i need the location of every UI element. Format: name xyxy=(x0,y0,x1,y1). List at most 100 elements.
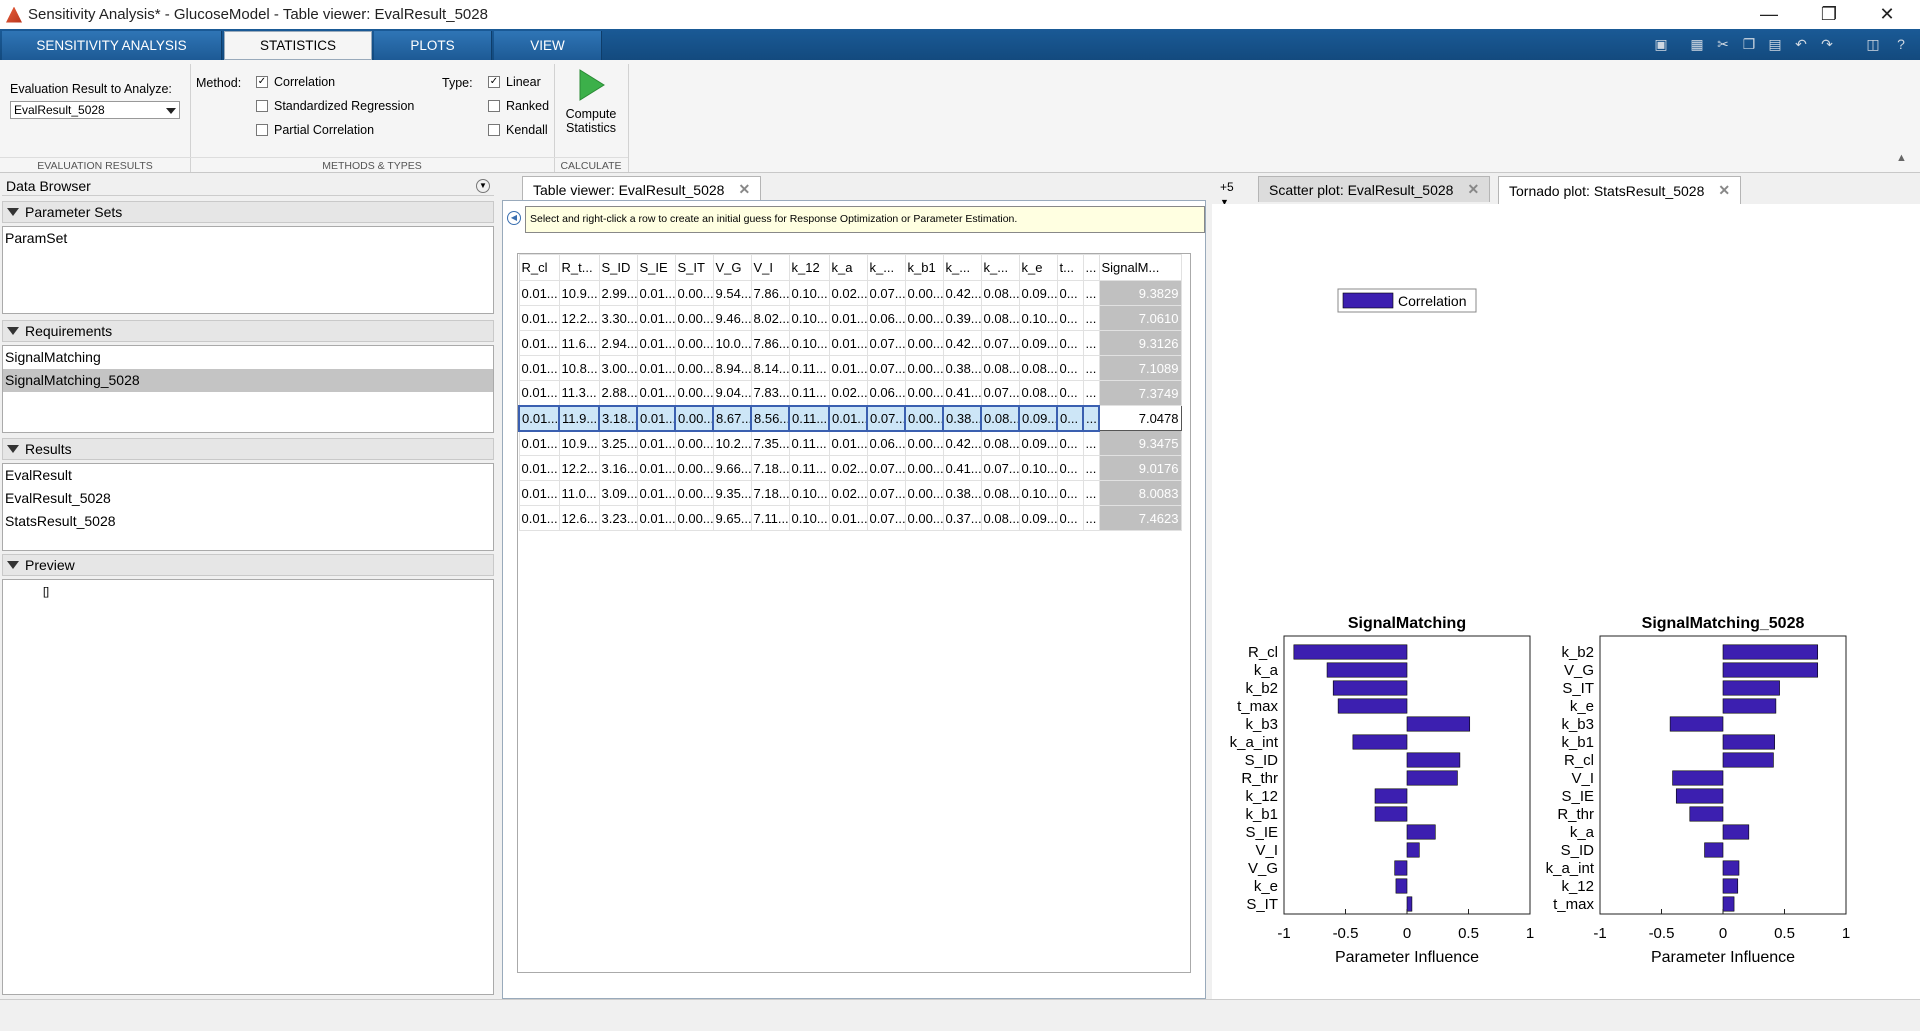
table-cell[interactable]: 8.56... xyxy=(750,404,790,432)
table-cell[interactable]: 0.01... xyxy=(518,330,560,356)
copy-icon[interactable]: ❐ xyxy=(1738,33,1760,55)
table-cell[interactable]: 11.0... xyxy=(558,480,600,506)
table-cell[interactable]: 9.46... xyxy=(712,305,752,331)
table-cell[interactable]: 0.11... xyxy=(788,455,830,481)
table-cell[interactable]: 0.01... xyxy=(636,505,676,531)
table-cell[interactable]: 0.02... xyxy=(828,480,868,506)
table-cell[interactable]: 8.67... xyxy=(712,404,752,432)
table-cell[interactable]: 12.2... xyxy=(558,455,600,481)
table-cell[interactable]: 0.00... xyxy=(904,330,944,356)
column-header[interactable]: S_IE xyxy=(636,254,676,281)
eval-result-dropdown[interactable]: EvalResult_5028 xyxy=(10,101,180,119)
table-cell[interactable]: 0.08... xyxy=(980,305,1020,331)
table-cell[interactable]: 9.65... xyxy=(712,505,752,531)
ranked-checkbox[interactable]: Ranked xyxy=(488,99,549,113)
table-row[interactable]: 0.01... 10.9... 3.25... 0.01... 0.00... 10.2.… xyxy=(518,430,1182,456)
list-item[interactable]: StatsResult_5028 xyxy=(3,510,493,533)
table-cell[interactable]: 2.88... xyxy=(598,380,638,406)
table-cell[interactable]: 0.39... xyxy=(942,305,982,331)
table-cell[interactable]: 8.0083 xyxy=(1098,480,1182,506)
table-row[interactable]: 0.01... 12.2... 3.30... 0.01... 0.00... 9.46.… xyxy=(518,305,1182,331)
table-cell[interactable]: 9.35... xyxy=(712,480,752,506)
table-cell[interactable]: 0.07... xyxy=(866,330,906,356)
table-cell[interactable]: 12.6... xyxy=(558,505,600,531)
table-cell[interactable]: 3.00... xyxy=(598,355,638,381)
table-cell[interactable]: 0.07... xyxy=(866,480,906,506)
table-cell[interactable]: 0.08... xyxy=(980,430,1020,456)
table-cell[interactable]: 0... xyxy=(1056,355,1084,381)
table-cell[interactable]: 0.00... xyxy=(674,280,714,306)
table-cell[interactable]: 0... xyxy=(1056,480,1084,506)
table-cell[interactable]: 9.0176 xyxy=(1098,455,1182,481)
table-cell[interactable]: 0.01... xyxy=(636,404,676,432)
table-cell[interactable]: 0.07... xyxy=(866,505,906,531)
table-cell[interactable]: ... xyxy=(1082,505,1100,531)
table-cell[interactable]: 0.01... xyxy=(518,455,560,481)
table-cell[interactable]: 3.23... xyxy=(598,505,638,531)
table-cell[interactable]: 0.38... xyxy=(942,480,982,506)
undo-icon[interactable]: ↶ xyxy=(1790,33,1812,55)
table-cell[interactable]: 0.01... xyxy=(828,305,868,331)
table-cell[interactable]: 0.41... xyxy=(942,455,982,481)
list-item[interactable]: ParamSet xyxy=(3,227,493,250)
table-cell[interactable]: 7.35... xyxy=(750,430,790,456)
table-cell[interactable]: 0.09... xyxy=(1018,404,1058,432)
table-cell[interactable]: 0.08... xyxy=(980,280,1020,306)
table-cell[interactable]: 10.8... xyxy=(558,355,600,381)
table-cell[interactable]: 0.08... xyxy=(1018,355,1058,381)
column-header[interactable]: k_e xyxy=(1018,254,1058,281)
column-header[interactable]: V_I xyxy=(750,254,790,281)
table-cell[interactable]: 3.09... xyxy=(598,480,638,506)
table-cell[interactable]: ... xyxy=(1082,280,1100,306)
tab-statistics[interactable]: STATISTICS xyxy=(224,31,372,60)
table-cell[interactable]: 8.94... xyxy=(712,355,752,381)
table-cell[interactable]: 9.04... xyxy=(712,380,752,406)
table-cell[interactable]: ... xyxy=(1082,404,1100,432)
table-row[interactable]: 0.01... 11.9... 3.18... 0.01... 0.00... 8.67.… xyxy=(518,404,1182,432)
table-cell[interactable]: 0.08... xyxy=(980,480,1020,506)
table-cell[interactable]: 0.01... xyxy=(636,355,676,381)
table-cell[interactable]: 0.01... xyxy=(828,330,868,356)
table-cell[interactable]: 0.00... xyxy=(904,480,944,506)
table-cell[interactable]: 0.08... xyxy=(980,505,1020,531)
table-cell[interactable]: ... xyxy=(1082,355,1100,381)
table-cell[interactable]: 0.01... xyxy=(636,455,676,481)
table-cell[interactable]: 10.9... xyxy=(558,280,600,306)
table-cell[interactable]: 0... xyxy=(1056,404,1084,432)
table-cell[interactable]: 0.00... xyxy=(904,305,944,331)
table-cell[interactable]: 8.02... xyxy=(750,305,790,331)
table-cell[interactable]: 3.16... xyxy=(598,455,638,481)
column-header[interactable]: S_ID xyxy=(598,254,638,281)
table-cell[interactable]: 0... xyxy=(1056,280,1084,306)
panel-menu-icon[interactable]: ▼ xyxy=(476,179,490,193)
table-cell[interactable]: 0.10... xyxy=(788,480,830,506)
correlation-checkbox[interactable]: ✓ Correlation xyxy=(256,75,335,89)
table-row[interactable]: 0.01... 11.3... 2.88... 0.01... 0.00... 9.04.… xyxy=(518,380,1182,406)
table-cell[interactable]: 10.0... xyxy=(712,330,752,356)
table-cell[interactable]: 0.06... xyxy=(866,305,906,331)
collapse-ribbon-icon[interactable]: ▲ xyxy=(1896,152,1907,164)
table-cell[interactable]: 0.01... xyxy=(828,404,868,432)
table-cell[interactable]: 0... xyxy=(1056,505,1084,531)
table-cell[interactable]: 0.01... xyxy=(636,305,676,331)
table-cell[interactable]: 0.02... xyxy=(828,380,868,406)
table-cell[interactable]: ... xyxy=(1082,455,1100,481)
column-header[interactable]: R_t... xyxy=(558,254,600,281)
tab-tornado-plot[interactable]: Tornado plot: StatsResult_5028 ✕ xyxy=(1498,176,1742,204)
table-cell[interactable]: 0.02... xyxy=(828,280,868,306)
redo-icon[interactable]: ↷ xyxy=(1816,33,1838,55)
table-cell[interactable]: 8.14... xyxy=(750,355,790,381)
table-cell[interactable]: 2.99... xyxy=(598,280,638,306)
table-cell[interactable]: 3.30... xyxy=(598,305,638,331)
list-item[interactable]: EvalResult xyxy=(3,464,493,487)
table-cell[interactable]: 11.3... xyxy=(558,380,600,406)
column-header[interactable]: S_IT xyxy=(674,254,714,281)
table-cell[interactable]: 9.66... xyxy=(712,455,752,481)
table-cell[interactable]: 7.86... xyxy=(750,330,790,356)
table-cell[interactable]: 0.00... xyxy=(674,480,714,506)
column-header[interactable]: k_... xyxy=(942,254,982,281)
table-cell[interactable]: 0.07... xyxy=(980,455,1020,481)
table-cell[interactable]: 0.08... xyxy=(980,355,1020,381)
partial-correlation-checkbox[interactable]: Partial Correlation xyxy=(256,123,374,137)
table-cell[interactable]: 0.01... xyxy=(636,380,676,406)
